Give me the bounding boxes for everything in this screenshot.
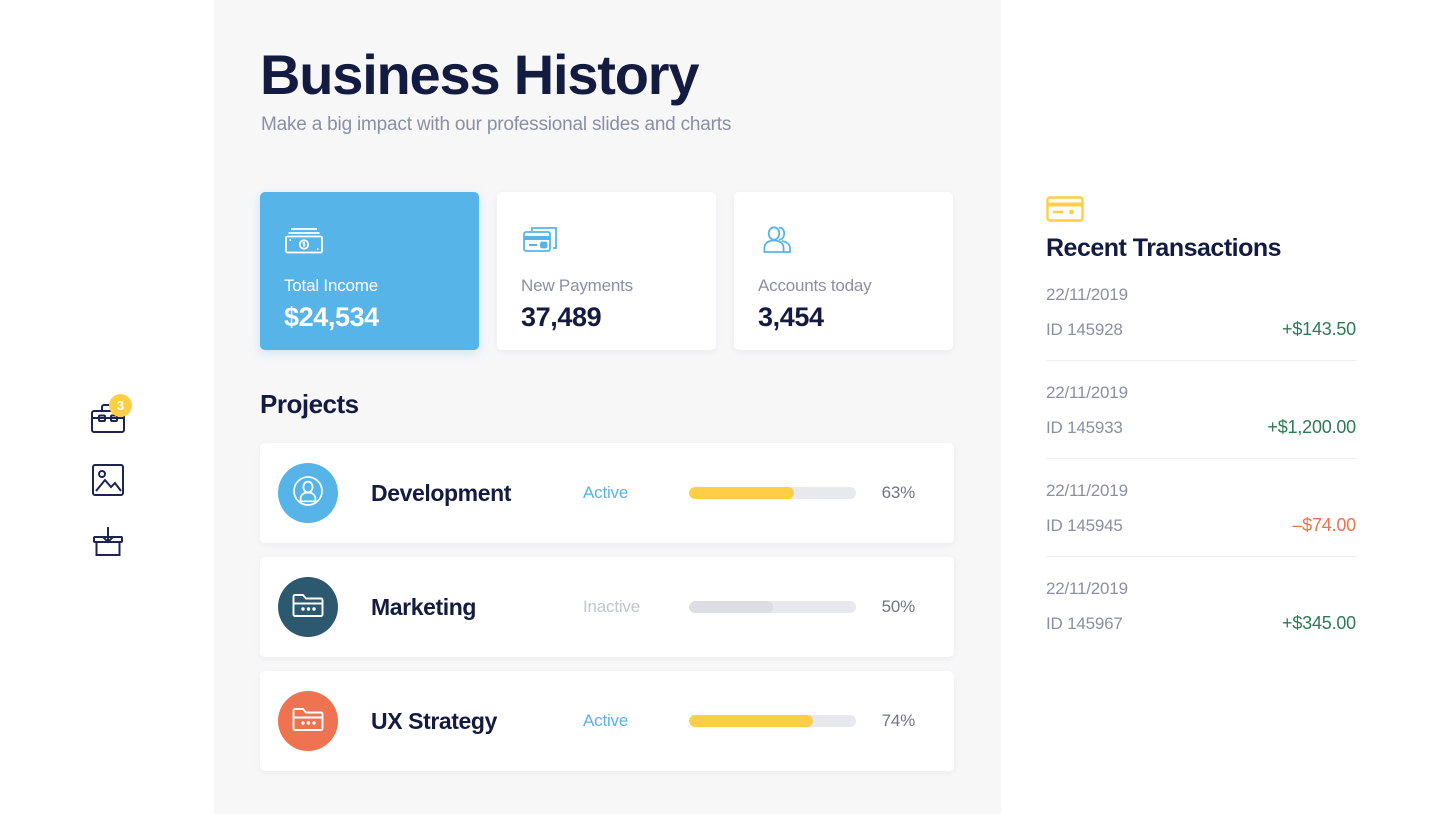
sidebar-item-briefcase[interactable]: 3 [88,394,132,438]
stat-value: $24,534 [284,302,379,332]
project-status: Inactive [583,597,640,616]
progress-fill [689,715,813,727]
transaction-date: 22/11/2019 [1046,481,1128,500]
transaction-id: ID 145933 [1046,418,1123,437]
sidebar-item-download[interactable] [88,522,128,562]
project-status: Active [583,711,629,730]
stat-label: Total Income [284,276,378,295]
transaction-date: 22/11/2019 [1046,285,1128,304]
people-icon [758,218,929,262]
briefcase-badge: 3 [109,394,132,417]
transaction-date: 22/11/2019 [1046,383,1128,402]
progress-fill [689,487,795,499]
image-icon [90,462,126,498]
transaction-item[interactable]: 22/11/2019 ID 145967 +$345.00 [1046,556,1356,654]
credit-card-icon [1046,196,1356,222]
project-name: Development [371,479,512,506]
stat-card-total-income[interactable]: Total Income $24,534 [260,192,479,350]
transaction-item[interactable]: 22/11/2019 ID 145945 –$74.00 [1046,458,1356,556]
transactions-heading: Recent Transactions [1046,234,1282,262]
stat-card-accounts-today[interactable]: Accounts today 3,454 [734,192,953,350]
transaction-amount: –$74.00 [1292,515,1356,535]
project-row[interactable]: Marketing Inactive 50% [260,557,954,657]
left-sidebar: 3 [0,0,214,814]
project-row[interactable]: UX Strategy Active 74% [260,671,954,771]
folder-icon [291,590,325,625]
project-status: Active [583,483,629,502]
sidebar-item-image[interactable] [88,460,128,500]
project-avatar [278,691,338,751]
transaction-amount: +$143.50 [1282,319,1356,339]
transaction-item[interactable]: 22/11/2019 ID 145933 +$1,200.00 [1046,360,1356,458]
transaction-date: 22/11/2019 [1046,579,1128,598]
progress-percent: 74% [881,711,916,730]
stat-label: Accounts today [758,276,872,295]
main-panel: Business History Make a big impact with … [214,0,1001,814]
progress-bar [689,601,856,613]
transaction-id: ID 145967 [1046,614,1123,633]
project-name: Marketing [371,593,477,620]
recent-transactions-panel: Recent Transactions 22/11/2019 ID 145928… [1046,196,1356,654]
stat-label: New Payments [521,276,633,295]
transaction-id: ID 145945 [1046,516,1123,535]
money-icon [284,218,455,262]
progress-percent: 50% [881,597,916,616]
transaction-amount: +$1,200.00 [1267,417,1356,437]
cards-icon [521,218,692,262]
transaction-id: ID 145928 [1046,320,1123,339]
transaction-item[interactable]: 22/11/2019 ID 145928 +$143.50 [1046,285,1356,360]
project-name: UX Strategy [371,707,497,734]
progress-bar [689,487,856,499]
transaction-amount: +$345.00 [1282,613,1356,633]
progress-bar [689,715,856,727]
download-box-icon [90,524,126,560]
project-avatar [278,463,338,523]
progress-fill [689,601,773,613]
project-avatar [278,577,338,637]
page-subtitle: Make a big impact with our professional … [261,114,732,135]
progress-percent: 63% [881,483,916,502]
sidebar-icon-list: 3 [88,394,132,562]
stat-card-group: Total Income $24,534 New Payments 37,489 [260,192,953,350]
stat-value: 3,454 [758,302,824,332]
user-avatar-icon [290,473,326,514]
stat-card-new-payments[interactable]: New Payments 37,489 [497,192,716,350]
stat-value: 37,489 [521,302,602,332]
projects-section-title: Projects [260,389,359,419]
folder-icon [291,704,325,739]
projects-list: Development Active 63% Marketing Inactiv… [260,443,954,771]
page-title: Business History [260,43,699,106]
project-row[interactable]: Development Active 63% [260,443,954,543]
dashboard-screen: 3 Business History Make a big impact wit… [0,0,1445,814]
